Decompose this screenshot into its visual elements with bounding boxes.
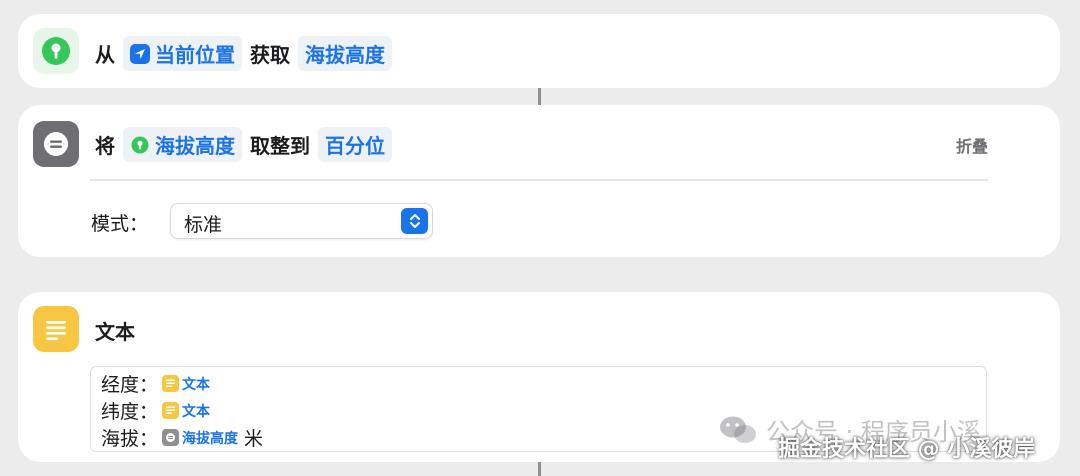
location-parameter-label: 当前位置 — [155, 43, 235, 67]
text-lines-icon — [162, 375, 180, 392]
section-divider — [90, 179, 988, 181]
action-title-row: 文本 — [95, 316, 135, 345]
value-parameter[interactable]: 海拔高度 — [123, 127, 242, 162]
token-label: 海拔高度 — [182, 430, 239, 447]
text-lines-icon — [162, 402, 180, 419]
action-icon-tile — [33, 28, 79, 74]
chevron-up-down-icon — [401, 208, 428, 234]
unit-suffix: 米 — [244, 428, 264, 450]
mode-label: 模式： — [91, 213, 149, 235]
precision-parameter-label: 百分位 — [325, 134, 385, 158]
text-line-latitude: 纬度： 文本 — [101, 397, 210, 424]
text-variable-token[interactable]: 文本 — [162, 374, 210, 394]
action-verb: 获取 — [250, 43, 290, 67]
line-label: 纬度： — [101, 401, 159, 423]
location-pin-icon — [42, 37, 70, 65]
action-icon-tile — [33, 121, 79, 167]
location-parameter[interactable]: 当前位置 — [123, 36, 242, 71]
round-number-icon — [162, 429, 180, 446]
action-icon-tile — [33, 306, 79, 352]
text-line-altitude: 海拔： 海拔高度 米 — [101, 424, 263, 451]
action-sentence: 从 当前位置 获取 海拔高度 — [95, 36, 400, 71]
text-variable-token[interactable]: 文本 — [162, 401, 210, 421]
wechat-icon — [720, 416, 756, 443]
action-sentence: 将 海拔高度 取整到 百分位 — [95, 127, 400, 162]
line-label: 经度： — [101, 374, 159, 396]
juejin-watermark: 掘金技术社区 @ 小溪彼岸 — [778, 437, 1036, 462]
precision-parameter[interactable]: 百分位 — [318, 127, 392, 162]
text-line-longitude: 经度： 文本 — [101, 370, 210, 397]
token-label: 文本 — [182, 376, 211, 393]
get-location-detail-action[interactable]: 从 当前位置 获取 海拔高度 — [18, 14, 1060, 88]
token-label: 文本 — [182, 403, 211, 420]
action-prefix: 将 — [95, 134, 115, 158]
altitude-variable-token[interactable]: 海拔高度 — [162, 428, 238, 448]
property-parameter[interactable]: 海拔高度 — [298, 36, 392, 71]
round-number-icon — [44, 132, 68, 156]
round-number-action[interactable]: 将 海拔高度 取整到 百分位 折叠 模式： 标准 — [18, 105, 1060, 257]
property-parameter-label: 海拔高度 — [305, 43, 385, 67]
line-label: 海拔： — [101, 428, 159, 450]
text-lines-icon — [46, 321, 66, 341]
value-parameter-label: 海拔高度 — [155, 134, 235, 158]
mode-select-value: 标准 — [184, 214, 223, 236]
location-pin-icon — [130, 135, 150, 155]
collapse-button[interactable]: 折叠 — [956, 133, 988, 157]
location-arrow-icon — [130, 43, 150, 64]
flow-connector-2 — [538, 462, 541, 476]
action-title: 文本 — [95, 320, 135, 344]
action-verb: 取整到 — [250, 134, 310, 158]
action-prefix: 从 — [95, 43, 115, 67]
mode-select[interactable]: 标准 — [170, 203, 433, 239]
flow-connector-1 — [538, 88, 541, 105]
